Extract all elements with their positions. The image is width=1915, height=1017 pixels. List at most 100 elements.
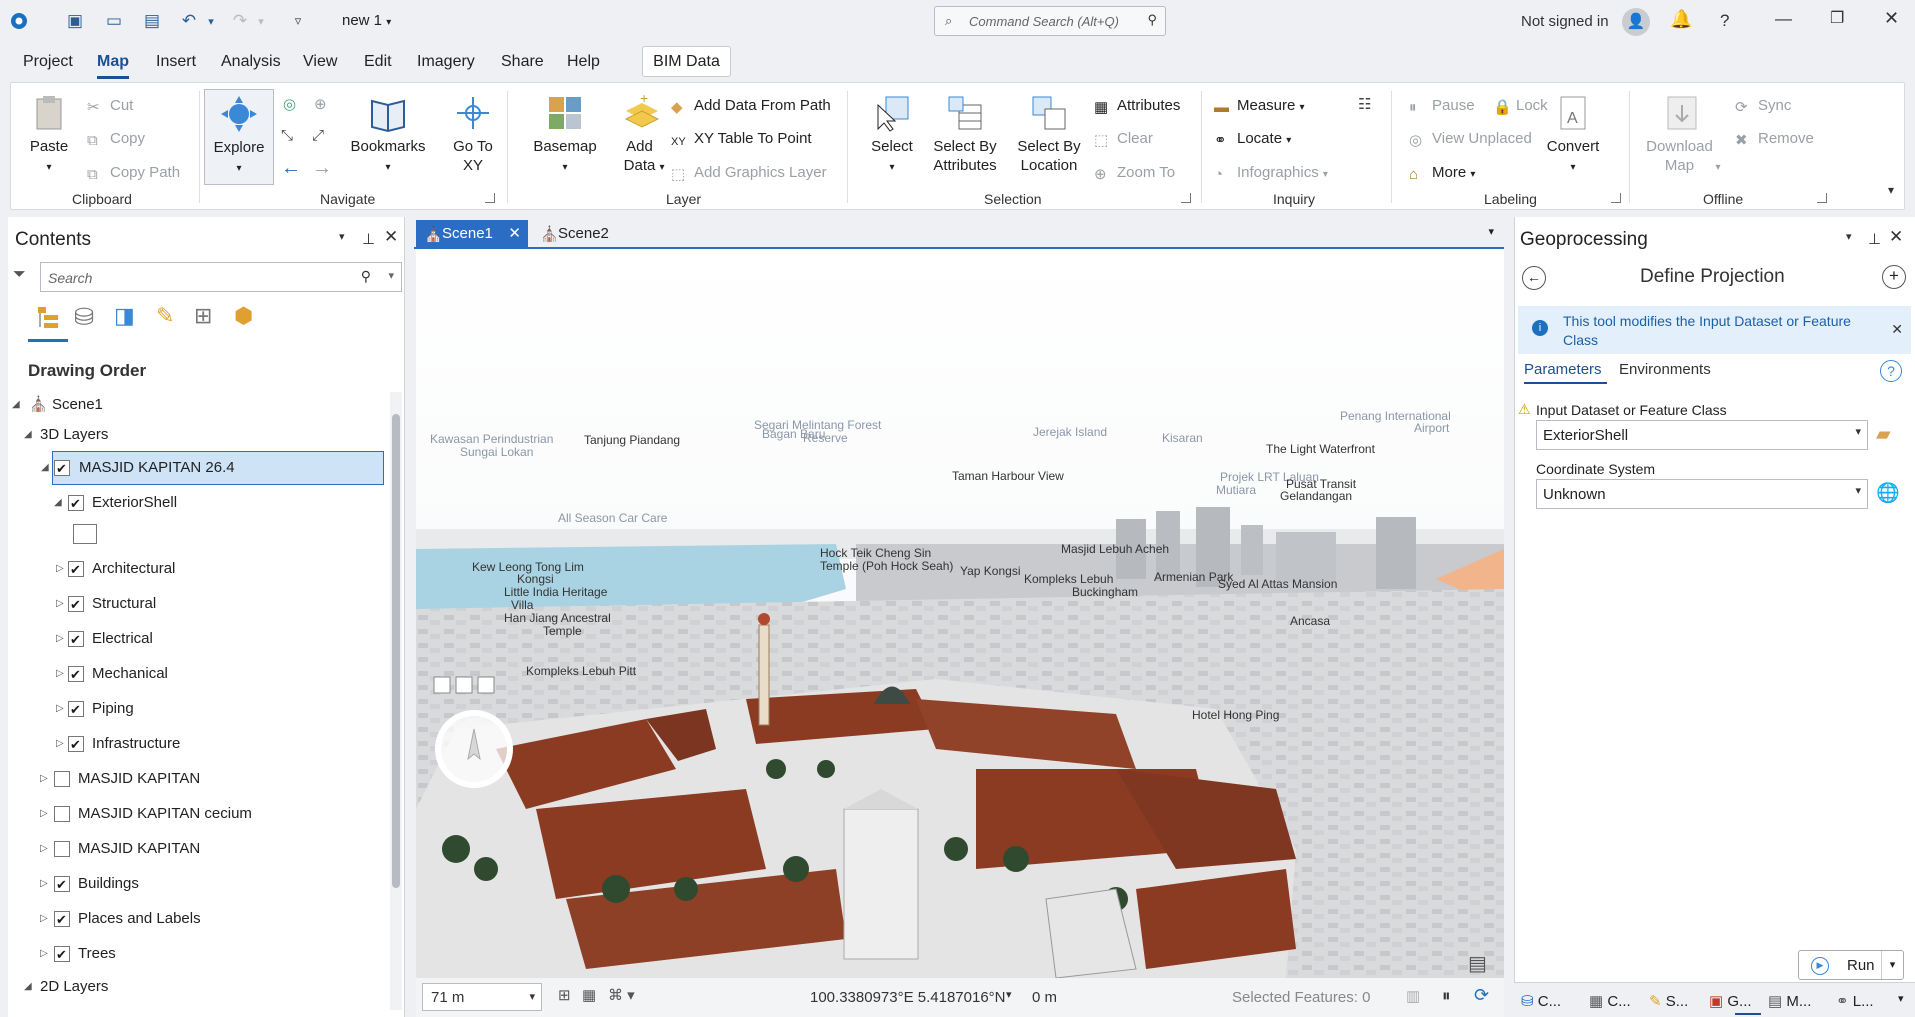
pause-labeling-button[interactable]: ⏸ Pause [1409,97,1475,116]
scene-view[interactable]: Kawasan Perindustrian Tanjung Piandang S… [416,249,1504,978]
redo-icon[interactable]: ↷ [229,10,251,32]
explore-button[interactable]: Explore ▾ [204,89,274,185]
back-extent-icon[interactable]: ← [281,157,301,180]
signin-status[interactable]: Not signed in [1521,13,1609,30]
add-icon[interactable]: + [1882,265,1906,289]
undo-icon[interactable]: ↶ [178,10,200,32]
3d-layers-group[interactable]: ◢ 3D Layers [24,422,314,448]
expand-icon[interactable]: ▷ [40,801,48,827]
expand-icon[interactable]: ▷ [56,661,64,687]
copy-button[interactable]: ⧉ Copy [87,130,145,149]
pane-overflow-icon[interactable]: ▾ [1898,992,1904,1005]
lock-labeling-button[interactable]: 🔒 Lock [1493,97,1548,116]
more-labeling-button[interactable]: ⌂ More ▾ [1409,164,1475,183]
selected-layer-row[interactable]: ◢ MASJID KAPITAN 26.4 [41,451,384,485]
pane-tab-symbology[interactable]: ✎ S... [1649,992,1688,1010]
parameters-tab[interactable]: Parameters [1524,361,1602,378]
download-map-button[interactable]: Download Map ▾ [1637,93,1727,177]
collapse-icon[interactable]: ◢ [41,455,49,481]
geoprocessing-menu-icon[interactable]: ▾ [1846,230,1852,243]
2d-layers-group[interactable]: ◢ 2D Layers [24,974,314,1000]
bookmarks-button[interactable]: Bookmarks ▾ [348,93,428,177]
offline-launcher-icon[interactable] [1817,193,1827,203]
exterior-shell-node[interactable]: ◢ ExteriorShell [52,490,352,517]
menu-help[interactable]: Help [567,53,600,71]
collapse-icon[interactable]: ◢ [24,974,32,1000]
folder-icon[interactable]: ▰ [1876,423,1891,446]
grid-icon[interactable]: ⊞ [558,986,571,1004]
layer-row[interactable]: ▷ MASJID KAPITAN [38,836,338,862]
expand-icon[interactable]: ▷ [40,766,48,792]
layer-checkbox[interactable] [54,806,70,822]
fixed-zoom-icon[interactable]: ⊕ [314,95,327,113]
globe-icon[interactable]: 🌐 [1876,481,1900,505]
expand-icon[interactable]: ▷ [40,941,48,967]
scrollbar-thumb[interactable] [392,414,400,888]
select-by-attributes-button[interactable]: Select By Attributes [923,93,1007,175]
pause-drawing-icon[interactable]: ⏸ [1442,986,1451,1006]
restore-icon[interactable]: ❐ [1830,8,1844,28]
sublayer-row[interactable]: ▷ Mechanical [52,661,352,688]
environments-tab[interactable]: Environments [1619,361,1711,378]
attributes-button[interactable]: ▦ Attributes [1094,97,1180,116]
sublayer-checkbox[interactable] [68,662,84,688]
document-name[interactable]: new 1 ▾ [342,12,391,29]
menu-map[interactable]: Map [97,53,129,79]
layer-checkbox[interactable] [54,771,70,787]
labeling-list-icon[interactable]: ⬢ [234,303,253,329]
tab-scene2[interactable]: ⛪ Scene2 [532,220,632,248]
zoom-in-fixed-icon[interactable]: ⤡ [281,127,293,144]
layer-visibility-checkbox[interactable] [54,456,70,482]
filter-icon[interactable]: ⏷ [13,266,26,284]
collapse-icon[interactable]: ◢ [12,392,20,418]
geoprocessing-close-icon[interactable]: ✕ [1889,227,1903,247]
sublayer-checkbox[interactable] [68,627,84,653]
remove-button[interactable]: ✖ Remove [1735,130,1814,149]
selection-launcher-icon[interactable] [1181,193,1191,203]
measure-button[interactable]: ▬ Measure ▾ [1214,97,1305,116]
scale-selector[interactable]: 71 m ▾ [422,983,542,1011]
layer-checkbox[interactable] [54,907,70,933]
new-project-icon[interactable]: ▣ [64,10,86,32]
table-icon[interactable]: ▦ [582,986,596,1004]
map-notes-icon[interactable]: ▤ [1468,951,1487,976]
basemap-button[interactable]: Basemap ▾ [519,93,611,177]
editing-icon[interactable]: ✎ [156,303,174,329]
contents-search-input[interactable]: Search ⚲ ▾ [40,262,402,292]
menu-insert[interactable]: Insert [156,53,196,71]
goto-xy-button[interactable]: Go To XY [443,93,503,175]
help-icon[interactable]: ? [1720,11,1729,31]
layer-row[interactable]: ▷ MASJID KAPITAN cecium [38,801,338,827]
open-project-icon[interactable]: ▭ [103,10,125,32]
back-icon[interactable]: ← [1522,266,1546,290]
user-avatar[interactable]: 👤 [1622,8,1650,36]
menu-view[interactable]: View [303,53,337,71]
contents-scrollbar[interactable] [390,392,402,1010]
navigate-launcher-icon[interactable] [485,193,495,203]
menu-imagery[interactable]: Imagery [417,53,475,71]
menu-share[interactable]: Share [501,53,544,71]
forward-extent-icon[interactable]: → [312,157,332,180]
selection-list-icon[interactable]: ◨ [114,303,135,329]
layer-checkbox[interactable] [54,942,70,968]
expand-icon[interactable]: ▷ [56,556,64,582]
locate-button[interactable]: ⚭ Locate ▾ [1214,130,1291,149]
zoom-to-selection-button[interactable]: ⊕ Zoom To [1094,164,1175,183]
expand-icon[interactable]: ▷ [40,836,48,862]
pin-icon[interactable]: ⊥ [1868,230,1881,248]
customize-toolbar-icon[interactable]: ▿ [287,10,309,32]
collapse-ribbon-icon[interactable]: ▾ [1888,183,1894,197]
sublayer-checkbox[interactable] [68,557,84,583]
copy-path-button[interactable]: ⧉ Copy Path [87,164,180,183]
input-dataset-field[interactable]: ExteriorShell ▾ [1536,420,1868,450]
expand-icon[interactable]: ▷ [56,591,64,617]
notifications-icon[interactable]: 🔔 [1670,9,1692,30]
data-source-icon[interactable]: ⛁ [74,303,94,332]
pane-tab-catalog[interactable]: ⛁ C... [1521,992,1561,1010]
layer-row[interactable]: ▷ Trees [38,941,338,968]
command-search-input[interactable]: ⌕ Command Search (Alt+Q) ⚲ [934,6,1166,36]
tab-overflow-icon[interactable]: ▾ [1488,225,1494,238]
labeling-launcher-icon[interactable] [1611,193,1621,203]
inquiry-options-icon[interactable]: ☷ [1358,95,1371,113]
add-graphics-layer-button[interactable]: ⬚ Add Graphics Layer [671,164,827,183]
